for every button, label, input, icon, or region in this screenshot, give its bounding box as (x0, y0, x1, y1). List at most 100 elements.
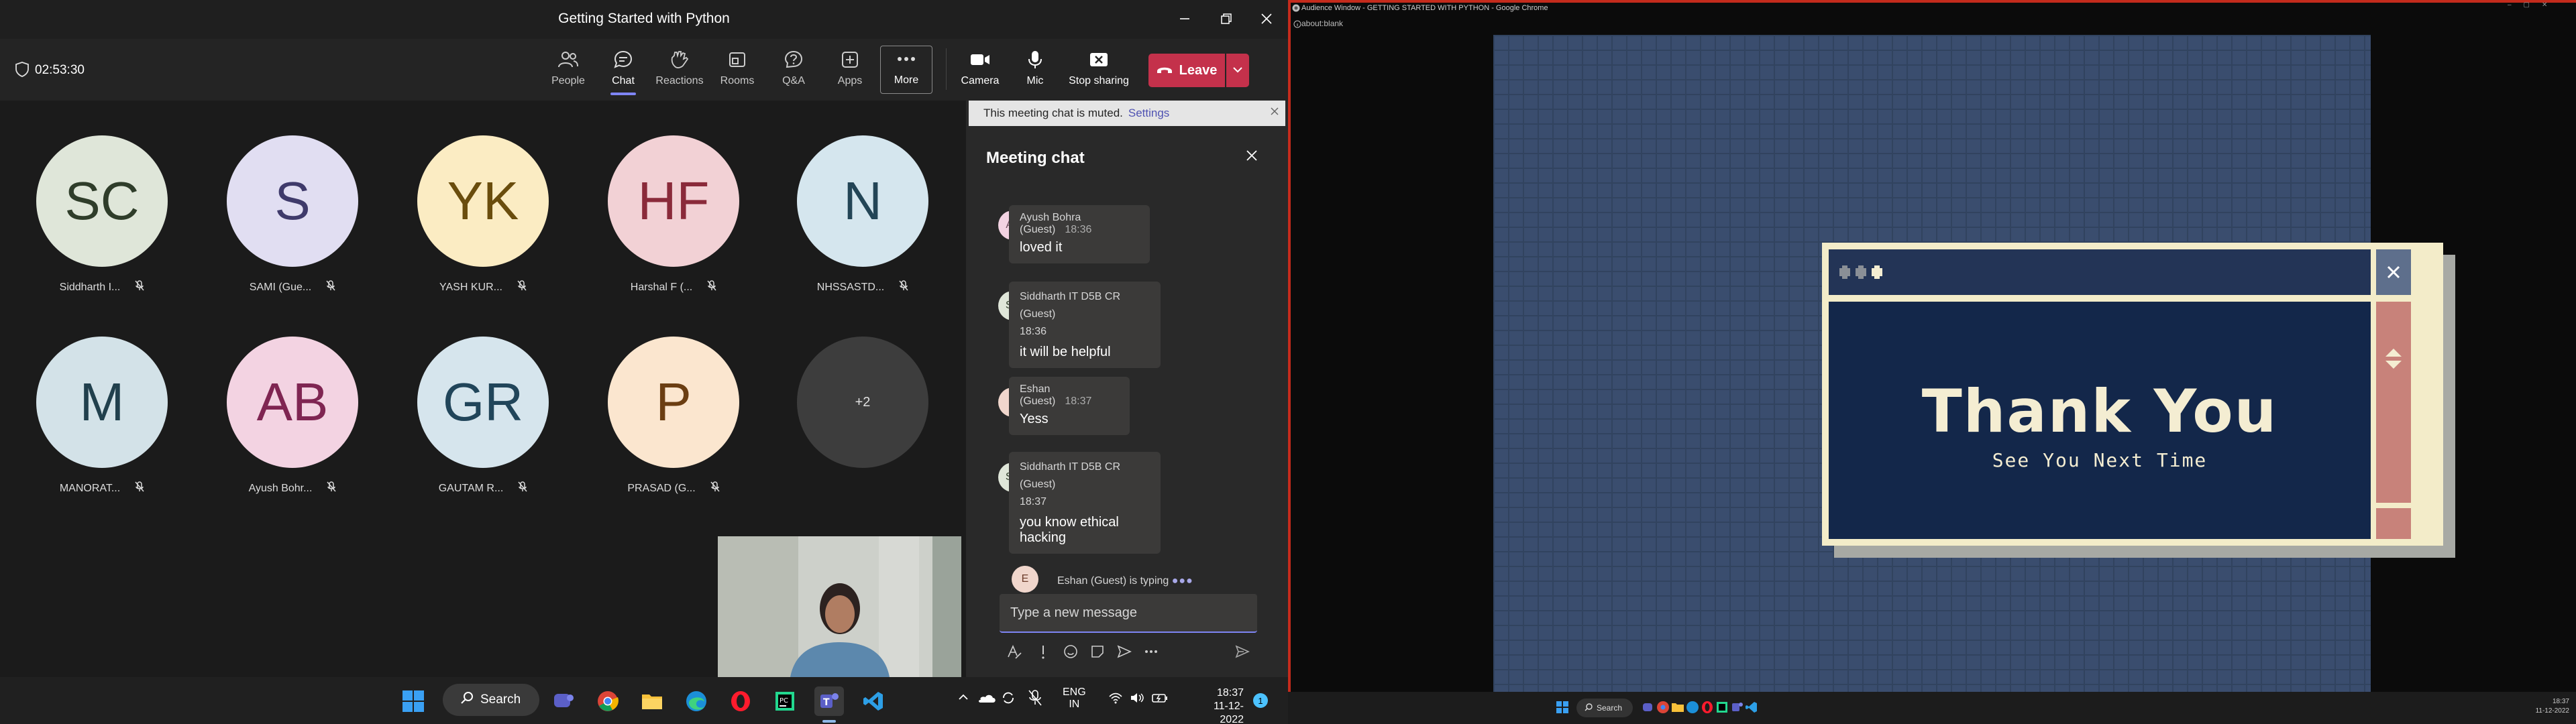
participant-tile[interactable]: AB Ayush Bohr... (225, 337, 360, 495)
svg-text:PC: PC (780, 697, 788, 705)
message-sender: Siddharth IT D5B CR (Guest) (1020, 291, 1120, 320)
self-video-preview[interactable] (718, 536, 961, 677)
slide-background: Thank You See You Next Time (1493, 35, 2455, 692)
reactions-button[interactable]: Reactions (653, 47, 706, 94)
info-icon[interactable] (1293, 19, 1301, 32)
chat-message[interactable]: Siddharth IT D5B CR (Guest) 18:36 it will… (1009, 282, 1161, 368)
mic-muted-icon[interactable] (1028, 689, 1042, 710)
search-icon (460, 691, 474, 709)
windows-start-icon[interactable] (1554, 699, 1571, 716)
taskbar-search-button[interactable]: Search (1576, 699, 1633, 717)
chrome-icon[interactable] (593, 686, 623, 716)
message-sender: Eshan (Guest) (1020, 383, 1056, 407)
participant-tile[interactable]: P PRASAD (G... (606, 337, 741, 495)
window-controls-icon[interactable]: –▢✕ (2508, 1, 2575, 9)
opera-icon[interactable] (726, 686, 755, 716)
minimize-icon[interactable] (1170, 5, 1199, 32)
chat-label: Chat (612, 75, 635, 86)
rooms-button[interactable]: Rooms (711, 47, 763, 94)
vscode-icon[interactable] (859, 686, 888, 716)
important-icon[interactable] (1038, 644, 1048, 663)
emoji-icon[interactable] (1063, 644, 1079, 663)
message-text: Yess (1020, 412, 1049, 426)
participant-tile[interactable]: N NHSSASTD... (796, 135, 930, 294)
language-top: ENG (1063, 686, 1086, 698)
restore-icon[interactable] (1212, 5, 1241, 32)
close-icon[interactable] (1252, 5, 1281, 32)
participant-avatar: S (227, 135, 358, 267)
volume-icon[interactable] (1130, 692, 1144, 707)
mic-button[interactable]: Mic (1009, 47, 1061, 94)
schedule-send-icon[interactable] (1116, 644, 1132, 663)
slide-heading: Thank You (1921, 377, 2278, 446)
scroll-arrows-icon (2385, 349, 2402, 369)
mic-muted-icon (135, 280, 144, 294)
leave-button[interactable]: Leave (1148, 54, 1225, 87)
shield-icon (15, 61, 30, 80)
pycharm-icon[interactable]: PC (770, 686, 800, 716)
participant-name: YASH KUR... (439, 281, 502, 293)
leave-options-button[interactable] (1226, 54, 1249, 87)
stop-sharing-icon (1089, 47, 1109, 72)
settings-link[interactable]: Settings (1128, 107, 1169, 120)
camera-button[interactable]: Camera (954, 47, 1006, 94)
notification-badge[interactable]: 1 (1253, 693, 1268, 708)
language-bottom: IN (1069, 699, 1080, 710)
address-bar[interactable]: about:blank (1301, 19, 1343, 28)
participant-avatar: GR (417, 337, 549, 468)
file-explorer-icon[interactable] (637, 686, 667, 716)
meeting-chat-panel: This meeting chat is muted. Settings Mee… (966, 101, 1288, 677)
typing-text: Eshan (Guest) is typing (1057, 575, 1169, 587)
participant-tile[interactable]: YK YASH KUR... (416, 135, 550, 294)
clock[interactable]: 18:37 11-12-2022 (2529, 697, 2569, 716)
slide-subheading: See You Next Time (1992, 449, 2208, 471)
participant-tile[interactable]: GR GAUTAM R... (416, 337, 550, 495)
more-options-icon[interactable] (1143, 644, 1159, 663)
teams-icon[interactable]: T (814, 686, 844, 716)
teams-chat-icon[interactable] (549, 686, 578, 716)
participant-avatar: YK (417, 135, 549, 267)
stop-sharing-label: Stop sharing (1069, 75, 1129, 86)
participant-tile[interactable]: S SAMI (Gue... (225, 135, 360, 294)
title-bar: Getting Started with Python (0, 0, 1288, 39)
edge-icon[interactable] (682, 686, 711, 716)
clock-time: 18:37 (2552, 698, 2569, 705)
clock[interactable]: 18:37 11-12-2022 (1197, 686, 1244, 724)
sync-icon[interactable] (1001, 690, 1016, 709)
close-icon[interactable] (1269, 106, 1280, 120)
participant-tile[interactable]: HF Harshal F (... (606, 135, 741, 294)
people-button[interactable]: People (542, 47, 594, 94)
close-icon[interactable] (1244, 147, 1260, 167)
format-icon[interactable] (1006, 644, 1022, 663)
language-indicator[interactable]: ENG IN (1063, 686, 1086, 711)
battery-icon[interactable] (1151, 692, 1169, 707)
message-time: 18:36 (1020, 326, 1047, 337)
participant-tile[interactable]: M MANORAT... (35, 337, 169, 495)
more-button[interactable]: More (880, 46, 932, 94)
taskbar-search-button[interactable]: Search (443, 684, 539, 716)
onedrive-icon[interactable] (977, 692, 996, 707)
retro-scrollbar-bottom (2376, 508, 2411, 539)
compose-message-input[interactable]: Type a new message (1000, 594, 1257, 633)
vscode-icon[interactable] (1743, 699, 1760, 716)
overflow-tile[interactable]: +2 (796, 337, 930, 468)
chat-message[interactable]: Ayush Bohra (Guest) 18:36 loved it (1009, 205, 1150, 263)
windows-start-icon[interactable] (398, 686, 428, 716)
participant-avatar: AB (227, 337, 358, 468)
chat-message[interactable]: Eshan (Guest) 18:37 Yess (1009, 377, 1130, 435)
participant-tile[interactable]: SC Siddharth I... (35, 135, 169, 294)
stop-sharing-button[interactable]: Stop sharing (1061, 47, 1136, 94)
sticker-icon[interactable] (1089, 644, 1106, 663)
apps-button[interactable]: Apps (824, 47, 876, 94)
chat-button[interactable]: Chat (597, 47, 649, 95)
wifi-icon[interactable] (1108, 692, 1123, 707)
message-time: 18:36 (1065, 224, 1092, 235)
chat-message[interactable]: Siddharth IT D5B CR (Guest) 18:37 you kno… (1009, 452, 1161, 554)
chevron-up-icon[interactable] (958, 692, 969, 706)
sharing-border-left (1288, 0, 1291, 692)
leave-label: Leave (1179, 62, 1218, 78)
qa-button[interactable]: Q&A (767, 47, 820, 94)
retro-window-frame: Thank You See You Next Time (1822, 243, 2443, 546)
people-label: People (551, 75, 585, 86)
send-icon[interactable] (1234, 644, 1250, 663)
